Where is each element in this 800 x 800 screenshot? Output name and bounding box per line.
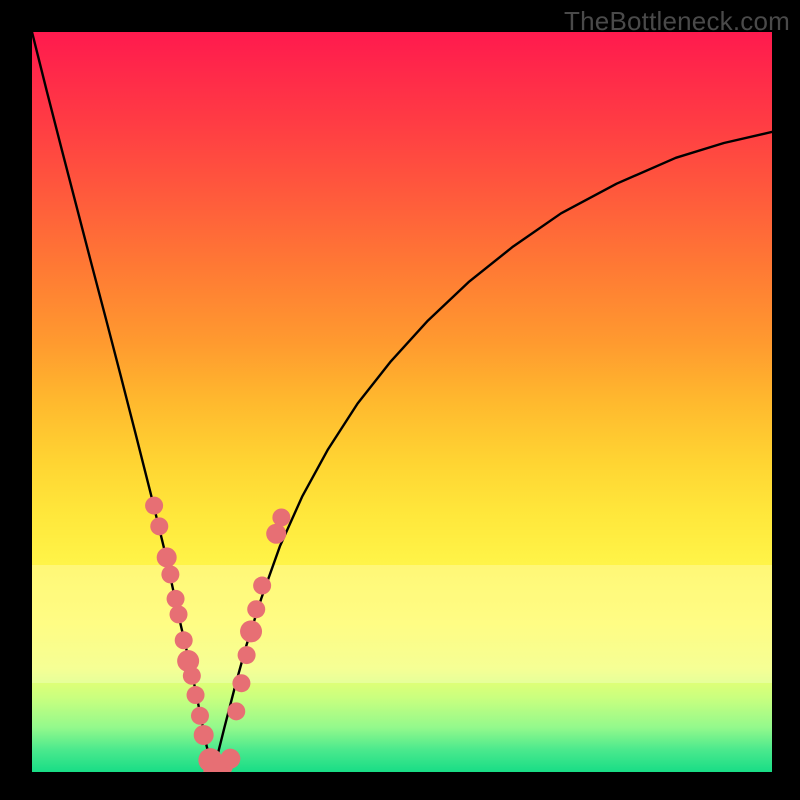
chart-frame: TheBottleneck.com [0,0,800,800]
marker-point [247,600,265,618]
marker-point [191,707,209,725]
plot-area [32,32,772,772]
marker-point [238,646,256,664]
marker-point [145,497,163,515]
marker-point [227,702,245,720]
marker-point [157,547,177,567]
marker-point [161,565,179,583]
marker-point [232,674,250,692]
marker-point [240,620,262,642]
chart-svg [32,32,772,772]
marker-point [266,524,286,544]
marker-point [183,667,201,685]
curve-right-branch [213,132,772,772]
marker-point [253,577,271,595]
marker-point [175,631,193,649]
marker-point [272,508,290,526]
marker-point [220,749,240,769]
marker-point [167,590,185,608]
marker-point [170,605,188,623]
marker-point [187,686,205,704]
marker-point [194,725,214,745]
marker-point [150,517,168,535]
